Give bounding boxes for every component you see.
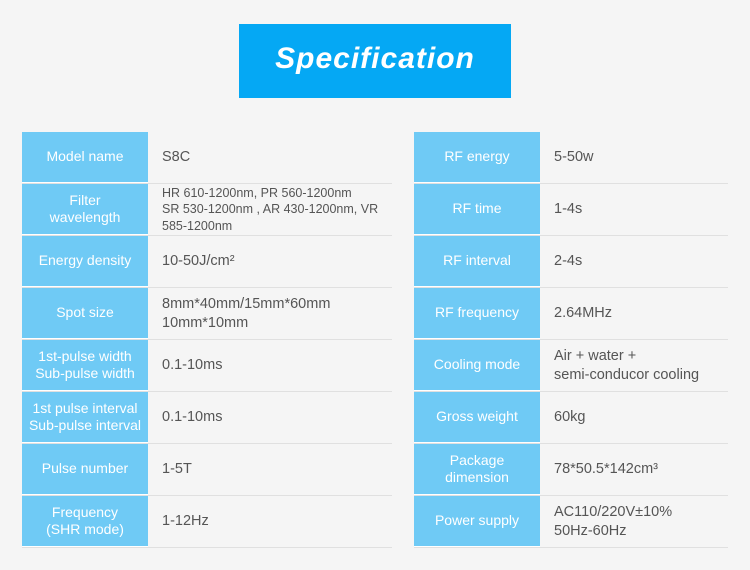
spec-label: Filter wavelength	[22, 184, 148, 235]
spec-value: 2-4s	[540, 236, 728, 287]
spec-label: RF energy	[414, 132, 540, 183]
spec-label: Gross weight	[414, 392, 540, 443]
spec-value: 1-12Hz	[148, 496, 392, 547]
spec-table-left: Model nameS8CFilter wavelengthHR 610-120…	[22, 132, 392, 548]
spec-label: RF interval	[414, 236, 540, 287]
spec-value: 1-5T	[148, 444, 392, 495]
spec-tables: Model nameS8CFilter wavelengthHR 610-120…	[22, 132, 728, 548]
table-row: RF energy5-50w	[414, 132, 728, 184]
spec-value: 0.1-10ms	[148, 392, 392, 443]
spec-label: Model name	[22, 132, 148, 183]
spec-value: AC110/220V±10% 50Hz-60Hz	[540, 496, 728, 547]
table-row: Energy density10-50J/cm²	[22, 236, 392, 288]
spec-value: 8mm*40mm/15mm*60mm 10mm*10mm	[148, 288, 392, 339]
table-row: Spot size8mm*40mm/15mm*60mm 10mm*10mm	[22, 288, 392, 340]
spec-label: Spot size	[22, 288, 148, 339]
spec-label: 1st-pulse width Sub-pulse width	[22, 340, 148, 391]
spec-value: Air + water + semi-conducor cooling	[540, 340, 728, 391]
spec-label: RF time	[414, 184, 540, 235]
spec-label: Frequency (SHR mode)	[22, 496, 148, 547]
spec-label: Cooling mode	[414, 340, 540, 391]
spec-label: RF frequency	[414, 288, 540, 339]
table-row: Package dimension78*50.5*142cm³	[414, 444, 728, 496]
spec-label: Package dimension	[414, 444, 540, 495]
table-row: Power supplyAC110/220V±10% 50Hz-60Hz	[414, 496, 728, 548]
table-row: 1st pulse interval Sub-pulse interval0.1…	[22, 392, 392, 444]
table-row: Pulse number1-5T	[22, 444, 392, 496]
page-title: Specification	[239, 24, 511, 98]
table-row: Filter wavelengthHR 610-1200nm, PR 560-1…	[22, 184, 392, 236]
spec-value: 0.1-10ms	[148, 340, 392, 391]
table-row: 1st-pulse width Sub-pulse width0.1-10ms	[22, 340, 392, 392]
spec-value: 60kg	[540, 392, 728, 443]
table-row: RF time1-4s	[414, 184, 728, 236]
spec-value: 2.64MHz	[540, 288, 728, 339]
table-row: Model nameS8C	[22, 132, 392, 184]
spec-value: 78*50.5*142cm³	[540, 444, 728, 495]
spec-value: S8C	[148, 132, 392, 183]
spec-value: 5-50w	[540, 132, 728, 183]
table-row: Frequency (SHR mode)1-12Hz	[22, 496, 392, 548]
spec-label: Power supply	[414, 496, 540, 547]
spec-label: Pulse number	[22, 444, 148, 495]
spec-label: Energy density	[22, 236, 148, 287]
table-row: Gross weight60kg	[414, 392, 728, 444]
table-row: Cooling modeAir + water + semi-conducor …	[414, 340, 728, 392]
spec-value: 1-4s	[540, 184, 728, 235]
spec-label: 1st pulse interval Sub-pulse interval	[22, 392, 148, 443]
spec-value: HR 610-1200nm, PR 560-1200nm SR 530-1200…	[148, 184, 392, 235]
table-row: RF interval2-4s	[414, 236, 728, 288]
spec-table-right: RF energy5-50wRF time1-4sRF interval2-4s…	[414, 132, 728, 548]
spec-value: 10-50J/cm²	[148, 236, 392, 287]
header: Specification	[0, 0, 750, 98]
table-row: RF frequency2.64MHz	[414, 288, 728, 340]
